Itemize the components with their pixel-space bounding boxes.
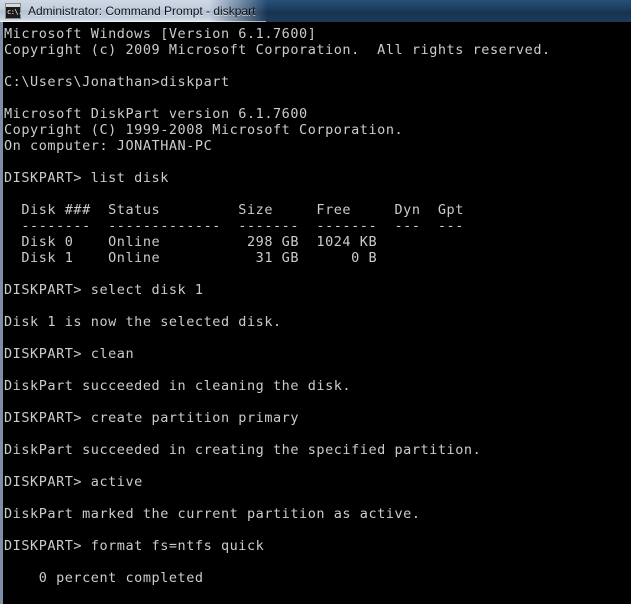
console-line: DISKPART> select disk 1 xyxy=(4,282,204,298)
console-icon-prompt-glyph: c:\. xyxy=(7,8,22,16)
console-line: Disk 1 is now the selected disk. xyxy=(4,314,282,330)
title-bar[interactable]: c:\. Administrator: Command Prompt - dis… xyxy=(0,0,631,22)
console-line: Disk 0 Online 298 GB 1024 KB xyxy=(4,234,378,250)
console-line: Disk ### Status Size Free Dyn Gpt xyxy=(4,202,464,218)
console-line: DISKPART> active xyxy=(4,474,143,490)
console-line: DISKPART> clean xyxy=(4,346,135,362)
console-line: DISKPART> create partition primary xyxy=(4,410,300,426)
titlebar-content: c:\. Administrator: Command Prompt - dis… xyxy=(0,0,255,22)
console-line: Copyright (c) 2009 Microsoft Corporation… xyxy=(4,42,551,58)
command-prompt-window: c:\. Administrator: Command Prompt - dis… xyxy=(0,0,631,604)
console-line: Microsoft Windows [Version 6.1.7600] xyxy=(4,26,317,42)
window-left-border xyxy=(0,22,3,604)
console-line: -------- ------------- ------- ------- -… xyxy=(4,218,464,234)
console-client-area[interactable]: Microsoft Windows [Version 6.1.7600] Copy… xyxy=(0,22,631,604)
console-line: DiskPart succeeded in creating the speci… xyxy=(4,442,482,458)
console-line: 0 percent completed xyxy=(4,570,204,586)
console-icon-titlebar xyxy=(6,4,20,7)
console-line: Microsoft DiskPart version 6.1.7600 xyxy=(4,106,308,122)
console-output: Microsoft Windows [Version 6.1.7600] Copy… xyxy=(4,26,624,604)
console-line: Copyright (C) 1999-2008 Microsoft Corpor… xyxy=(4,122,404,138)
window-title: Administrator: Command Prompt - diskpart xyxy=(28,4,256,18)
console-line: DiskPart succeeded in cleaning the disk. xyxy=(4,378,352,394)
console-line: DISKPART> format fs=ntfs quick xyxy=(4,538,265,554)
console-line: DISKPART> list disk xyxy=(4,170,169,186)
console-line: On computer: JONATHAN-PC xyxy=(4,138,213,154)
console-icon[interactable]: c:\. xyxy=(5,3,22,19)
console-line: Disk 1 Online 31 GB 0 B xyxy=(4,250,378,266)
console-line: DiskPart marked the current partition as… xyxy=(4,506,421,522)
console-line: C:\Users\Jonathan>diskpart xyxy=(4,74,230,90)
